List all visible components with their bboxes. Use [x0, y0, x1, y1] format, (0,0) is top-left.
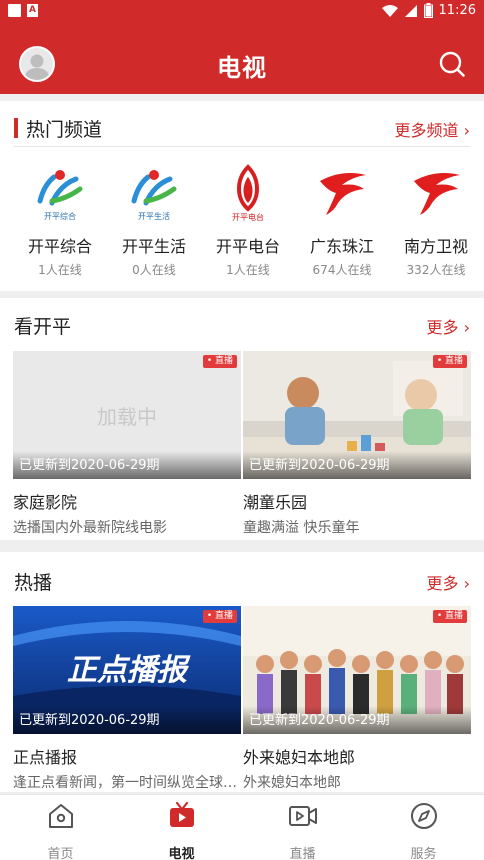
notification-icon [8, 4, 21, 17]
hot-channels-section: 热门频道 更多频道 › 开平综合 开平综合 1人在线 开平生活 开平生活 0人在… [0, 101, 484, 291]
program-title: 正点播报 [13, 748, 78, 767]
program-card[interactable]: • 直播 已更新到2020-06-29期 外来媳妇本地郎 外来媳妇本地郎 [243, 606, 471, 792]
home-icon [48, 804, 73, 828]
live-badge: • 直播 [202, 355, 237, 368]
program-thumbnail: • 直播 已更新到2020-06-29期 [243, 351, 471, 479]
compass-icon [410, 803, 437, 829]
update-label: 已更新到2020-06-29期 [13, 706, 241, 734]
program-card[interactable]: 正点播报 • 直播 已更新到2020-06-29期 正点播报 逢正点看新闻，第一… [13, 606, 241, 792]
program-description: 外来媳妇本地郎 [243, 775, 341, 791]
bottom-tab-bar: 首页 电视 直播 服务 [0, 794, 484, 860]
guangdong-zhujiang-logo-icon [312, 163, 372, 223]
program-thumbnail: • 直播 已更新到2020-06-29期 [243, 606, 471, 734]
live-badge: • 直播 [432, 355, 467, 368]
more-channels-link[interactable]: 更多频道 › [395, 117, 471, 141]
channel-item[interactable]: 开平综合 开平综合 1人在线 [13, 163, 107, 278]
app-notification-icon: A [27, 4, 38, 17]
svg-text:正点播报: 正点播报 [67, 653, 191, 688]
section-marker [14, 118, 18, 138]
hot-broadcast-section: 热播 更多 › 正点播报 • 直播 已更新到2020-06-29期 正点播报 逢… [0, 552, 484, 792]
tab-label: 电视 [168, 847, 195, 860]
channel-list: 开平综合 开平综合 1人在线 开平生活 开平生活 0人在线 开平电台 开平电台 … [0, 163, 484, 283]
status-bar: A 11:26 [0, 0, 484, 22]
program-description: 童趣满溢 快乐童年 [243, 520, 360, 536]
channel-name: 开平电台 [215, 237, 280, 256]
channel-name: 开平生活 [121, 237, 186, 256]
tv-icon [169, 801, 194, 827]
battery-icon [423, 3, 433, 18]
channel-online-count: 1人在线 [38, 263, 82, 277]
update-label: 已更新到2020-06-29期 [243, 451, 471, 479]
channel-item[interactable]: 南方卫视 332人在线 [389, 163, 483, 278]
svg-text:开平电台: 开平电台 [232, 212, 264, 222]
channel-online-count: 0人在线 [132, 263, 176, 277]
search-icon[interactable] [438, 50, 466, 78]
kaiping-shenghuo-logo-icon: 开平生活 [124, 163, 184, 223]
channel-item[interactable]: 开平电台 开平电台 1人在线 [201, 163, 295, 278]
tab-services[interactable]: 服务 [363, 801, 484, 860]
channel-name: 广东珠江 [309, 237, 374, 256]
live-badge: • 直播 [202, 610, 237, 623]
program-title: 外来媳妇本地郎 [243, 748, 356, 767]
update-label: 已更新到2020-06-29期 [243, 706, 471, 734]
channel-item[interactable]: 开平生活 开平生活 0人在线 [107, 163, 201, 278]
section-title: 看开平 [14, 316, 72, 338]
update-label: 已更新到2020-06-29期 [13, 451, 241, 479]
page-title: 电视 [217, 54, 267, 82]
channel-item[interactable]: 广东珠江 674人在线 [295, 163, 389, 278]
signal-icon [404, 4, 417, 17]
program-description: 逢正点看新闻，第一时间纵览全球资讯 [13, 775, 241, 791]
svg-text:开平综合: 开平综合 [44, 211, 76, 221]
channel-online-count: 674人在线 [312, 263, 372, 277]
tab-label: 服务 [410, 847, 437, 860]
live-badge: • 直播 [432, 610, 467, 623]
tab-live[interactable]: 直播 [242, 801, 363, 860]
kaiping-zonghe-logo-icon: 开平综合 [30, 163, 90, 223]
kan-kaiping-section: 看开平 更多 › 加载中 • 直播 已更新到2020-06-29期 家庭影院 选… [0, 298, 484, 540]
program-title: 家庭影院 [13, 493, 78, 512]
program-thumbnail: 正点播报 • 直播 已更新到2020-06-29期 [13, 606, 241, 734]
channel-online-count: 1人在线 [226, 263, 270, 277]
nanfang-weishi-logo-icon [406, 163, 466, 223]
program-card[interactable]: • 直播 已更新到2020-06-29期 潮童乐园 童趣满溢 快乐童年 [243, 351, 471, 537]
tab-tv[interactable]: 电视 [121, 801, 242, 860]
program-card[interactable]: 加载中 • 直播 已更新到2020-06-29期 家庭影院 选播国内外最新院线电… [13, 351, 241, 537]
tab-home[interactable]: 首页 [0, 801, 121, 860]
more-link[interactable]: 更多 › [427, 570, 471, 594]
tab-label: 首页 [47, 847, 74, 860]
app-bar: 电视 [0, 22, 484, 94]
program-thumbnail: 加载中 • 直播 已更新到2020-06-29期 [13, 351, 241, 479]
live-video-icon [288, 806, 317, 826]
channel-name: 南方卫视 [403, 237, 468, 256]
channel-name: 开平综合 [27, 237, 92, 256]
channel-online-count: 332人在线 [406, 263, 466, 277]
section-title: 热门频道 [26, 119, 103, 141]
kaiping-diantai-logo-icon: 开平电台 [218, 163, 278, 223]
tab-label: 直播 [289, 847, 316, 860]
section-title: 热播 [14, 572, 53, 594]
program-title: 潮童乐园 [243, 493, 308, 512]
divider [14, 146, 470, 147]
loading-placeholder: 加载中 [97, 405, 157, 429]
more-link[interactable]: 更多 › [427, 314, 471, 338]
svg-text:开平生活: 开平生活 [138, 211, 170, 221]
program-description: 选播国内外最新院线电影 [13, 520, 167, 536]
clock: 11:26 [438, 3, 476, 18]
wifi-icon [381, 4, 398, 17]
